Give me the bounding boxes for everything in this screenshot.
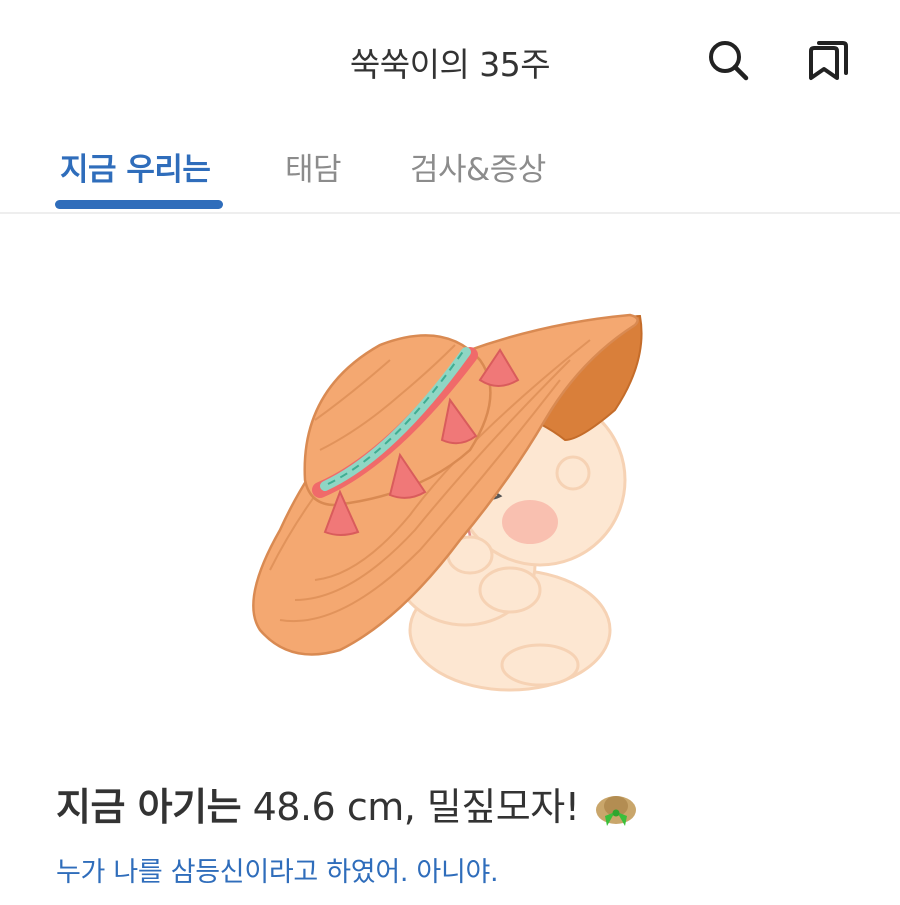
baby-size-subtitle: 누가 나를 삼등신이라고 하였어. 아니야.	[56, 857, 499, 888]
top-app-bar: 쑥쑥이의 35주	[0, 0, 900, 120]
tab-bar: 지금 우리는 태담 검사&증상	[0, 130, 900, 214]
tab-exams-symptoms[interactable]: 검사&증상	[410, 144, 546, 189]
search-button[interactable]	[702, 34, 754, 86]
app-screen: 쑥쑥이의 35주 지금 우리는 태담 검사&증상 지금 아기는 48.6 cm,…	[0, 0, 900, 905]
headline-value: 48.6 cm, 밀짚모자!	[252, 785, 580, 829]
headline-label: 지금 아기는	[56, 785, 242, 829]
tab-now-we-are[interactable]: 지금 우리는	[60, 144, 211, 189]
page-title: 쑥쑥이의 35주	[349, 45, 551, 84]
bookmarks-icon	[809, 41, 848, 80]
bookmarks-button[interactable]	[802, 34, 854, 86]
baby-with-straw-hat-illustration	[252, 313, 643, 692]
active-tab-indicator	[55, 200, 223, 209]
baby-size-headline: 지금 아기는 48.6 cm, 밀짚모자!	[56, 776, 639, 831]
search-icon	[709, 41, 749, 81]
tab-taedam[interactable]: 태담	[285, 144, 342, 189]
straw-hat-icon	[596, 795, 637, 826]
